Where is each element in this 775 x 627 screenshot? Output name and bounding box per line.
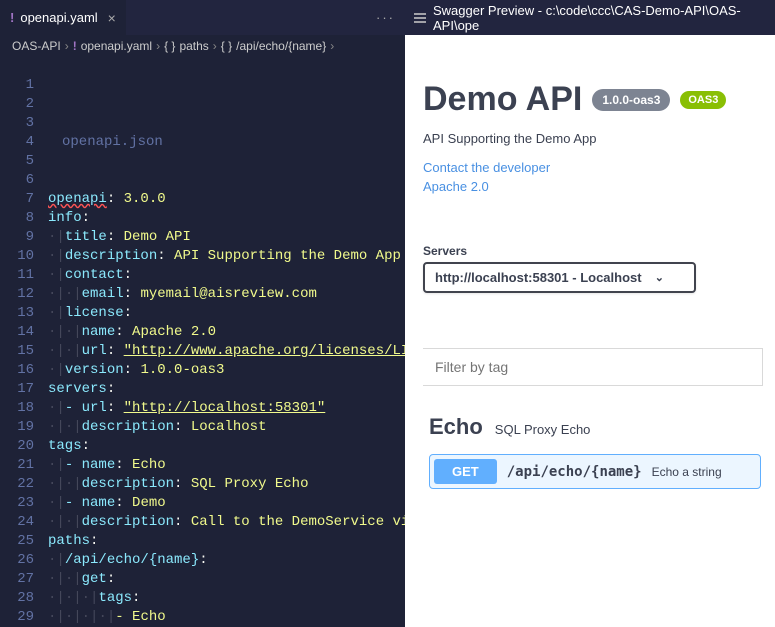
editor-pane: ! openapi.yaml × ··· OAS-API › ! openapi… <box>0 0 405 627</box>
line-gutter: 1234567891011121314151617181920212223242… <box>0 57 48 627</box>
code-content[interactable]: openapi.json openapi: 3.0.0info:·|title:… <box>48 57 405 627</box>
chevron-right-icon: › <box>330 39 334 53</box>
contact-link[interactable]: Contact the developer <box>423 160 775 175</box>
oas-badge: OAS3 <box>680 91 726 109</box>
chevron-right-icon: › <box>213 39 217 53</box>
filter-input[interactable] <box>423 348 763 386</box>
ghost-filename: openapi.json <box>48 133 405 152</box>
servers-section: Servers http://localhost:58301 - Localho… <box>423 244 775 293</box>
breadcrumb-file: openapi.yaml <box>81 39 152 53</box>
server-selected-value: http://localhost:58301 - Localhost <box>435 270 642 285</box>
page-title: Demo API <box>423 80 582 119</box>
editor-tabs: ! openapi.yaml × ··· <box>0 0 405 35</box>
tab-swagger-preview[interactable]: Swagger Preview - c:\code\ccc\CAS-Demo-A… <box>405 0 775 35</box>
preview-pane: Swagger Preview - c:\code\ccc\CAS-Demo-A… <box>405 0 775 627</box>
license-link[interactable]: Apache 2.0 <box>423 179 775 194</box>
yaml-icon: ! <box>10 10 14 25</box>
tag-header[interactable]: Echo SQL Proxy Echo <box>423 414 775 440</box>
servers-label: Servers <box>423 244 775 258</box>
chevron-down-icon: ⌄ <box>655 271 664 284</box>
operation-summary: Echo a string <box>652 465 722 479</box>
breadcrumb-paths: paths <box>179 39 208 53</box>
chevron-right-icon: › <box>156 39 160 53</box>
breadcrumb[interactable]: OAS-API › ! openapi.yaml › { } paths › {… <box>0 35 405 57</box>
tag-name: Echo <box>429 414 483 440</box>
operation-row[interactable]: GET /api/echo/{name} Echo a string <box>429 454 761 489</box>
chevron-right-icon: › <box>65 39 69 53</box>
preview-tab-label: Swagger Preview - c:\code\ccc\CAS-Demo-A… <box>433 3 767 33</box>
yaml-icon: ! <box>73 39 77 53</box>
preview-body: Demo API 1.0.0-oas3 OAS3 API Supporting … <box>405 35 775 627</box>
breadcrumb-root: OAS-API <box>12 39 61 53</box>
tag-section: Echo SQL Proxy Echo GET /api/echo/{name}… <box>423 414 775 489</box>
api-title-row: Demo API 1.0.0-oas3 OAS3 <box>423 80 775 119</box>
menu-icon <box>413 11 427 25</box>
tag-description: SQL Proxy Echo <box>495 422 591 437</box>
code-area[interactable]: 1234567891011121314151617181920212223242… <box>0 57 405 627</box>
operation-path: /api/echo/{name} <box>507 464 642 480</box>
brace-icon: { } <box>221 39 232 53</box>
tab-openapi-yaml[interactable]: ! openapi.yaml × <box>0 0 126 35</box>
brace-icon: { } <box>164 39 175 53</box>
method-badge: GET <box>434 459 497 484</box>
tab-overflow-button[interactable]: ··· <box>366 10 405 25</box>
breadcrumb-pathkey: /api/echo/{name} <box>236 39 326 53</box>
api-description: API Supporting the Demo App <box>423 131 775 146</box>
close-icon[interactable]: × <box>108 10 116 26</box>
tab-label: openapi.yaml <box>20 10 97 25</box>
version-badge: 1.0.0-oas3 <box>592 89 670 111</box>
server-select[interactable]: http://localhost:58301 - Localhost ⌄ <box>423 262 696 293</box>
